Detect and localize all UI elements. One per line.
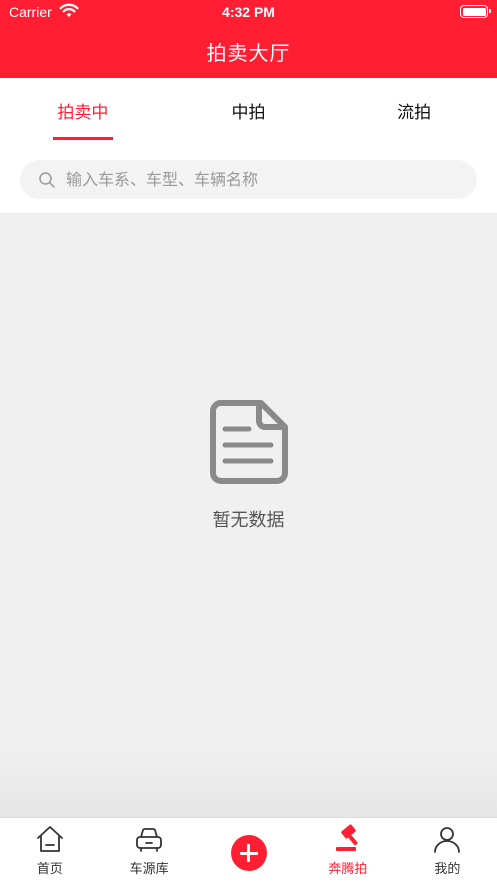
- bottom-nav: 首页 车源库 奔腾拍 我的: [0, 817, 497, 883]
- user-icon: [434, 827, 461, 853]
- auction-list-area: 暂无数据: [0, 213, 497, 817]
- tab-label: 拍卖中: [57, 103, 109, 123]
- battery-icon: [460, 5, 491, 18]
- nav-profile[interactable]: 我的: [398, 818, 497, 883]
- tab-won[interactable]: 中拍: [166, 78, 332, 140]
- plus-icon: [230, 835, 267, 871]
- nav-publish[interactable]: [199, 818, 298, 883]
- document-icon: [210, 400, 288, 484]
- nav-home[interactable]: 首页: [0, 818, 99, 883]
- tab-unsold[interactable]: 流拍: [331, 78, 497, 140]
- nav-car-source[interactable]: 车源库: [99, 818, 198, 883]
- header-bar: Carrier 4:32 PM 拍卖大厅: [0, 0, 497, 78]
- page-title: 拍卖大厅: [206, 41, 291, 65]
- app-screen: Carrier 4:32 PM 拍卖大厅 拍卖中 中拍 流拍 输入车系、车型、车…: [0, 0, 497, 883]
- nav-label: 首页: [36, 862, 63, 877]
- tab-in-auction[interactable]: 拍卖中: [0, 78, 166, 140]
- search-box[interactable]: [20, 160, 477, 199]
- gavel-icon: [335, 824, 358, 851]
- nav-auction[interactable]: 奔腾拍: [298, 818, 397, 883]
- tab-bar: 拍卖中 中拍 流拍: [0, 78, 497, 140]
- clock: 4:32 PM: [222, 4, 275, 20]
- tab-label: 流拍: [397, 103, 432, 123]
- status-bar: Carrier 4:32 PM: [0, 0, 497, 26]
- nav-label: 车源库: [129, 862, 169, 877]
- search-icon: [39, 172, 55, 188]
- search-input[interactable]: [66, 160, 466, 199]
- empty-state-message: 暂无数据: [212, 510, 285, 531]
- car-icon: [136, 828, 163, 852]
- nav-label: 奔腾拍: [328, 862, 368, 877]
- search-section: [0, 140, 497, 213]
- home-icon: [36, 826, 63, 852]
- nav-label: 我的: [434, 862, 461, 877]
- tab-label: 中拍: [231, 103, 266, 123]
